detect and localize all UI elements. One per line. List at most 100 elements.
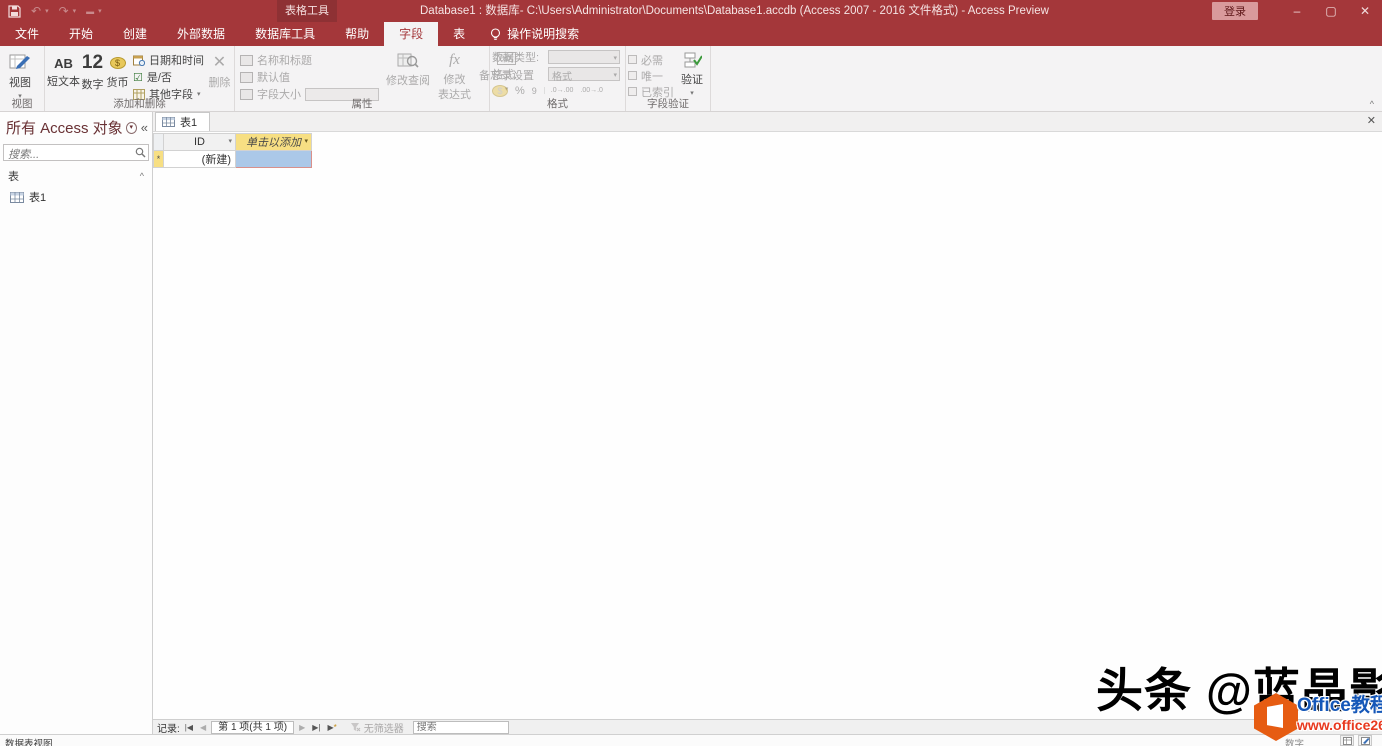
undo-icon[interactable]: ↶ bbox=[31, 4, 41, 18]
document-tab-strip: 表1 ✕ bbox=[153, 112, 1382, 132]
record-search-box[interactable] bbox=[413, 721, 509, 734]
column-header-click-to-add[interactable]: 单击以添加 ▾ bbox=[236, 134, 312, 151]
collapse-section-icon[interactable]: ^ bbox=[140, 171, 144, 181]
minimize-button[interactable]: – bbox=[1280, 4, 1314, 18]
customize-qat-icon[interactable]: ▬ bbox=[86, 7, 94, 16]
previous-record-icon[interactable]: ◀ bbox=[198, 723, 208, 732]
ribbon-group-validation: 必需 唯一 已索引 验证 ▾ 字段验证 bbox=[626, 46, 711, 111]
format-row: 格式: 格式▾ bbox=[492, 66, 620, 83]
close-button[interactable]: ✕ bbox=[1348, 4, 1382, 18]
ribbon-tab-row: 文件 开始 创建 外部数据 数据库工具 帮助 字段 表 操作说明搜索 bbox=[0, 22, 1382, 46]
yes-no-icon: ☑ bbox=[133, 71, 143, 84]
contextual-tab-title: 表格工具 bbox=[277, 0, 337, 22]
tab-database-tools[interactable]: 数据库工具 bbox=[240, 22, 330, 46]
redo-caret-icon[interactable]: ▾ bbox=[73, 7, 77, 15]
design-view-button[interactable] bbox=[1358, 735, 1372, 746]
tab-external-data[interactable]: 外部数据 bbox=[162, 22, 240, 46]
close-document-icon[interactable]: ✕ bbox=[1367, 114, 1376, 127]
ribbon-group-properties: 名称和标题 默认值 字段大小 修改查阅 fx bbox=[235, 46, 490, 111]
redo-icon[interactable]: ↷ bbox=[59, 4, 69, 18]
select-all-corner[interactable] bbox=[154, 134, 164, 151]
nav-search-input[interactable] bbox=[4, 148, 148, 163]
datasheet-view-button[interactable] bbox=[1340, 735, 1354, 746]
search-icon[interactable] bbox=[135, 147, 146, 158]
validation-button[interactable]: 验证 ▾ bbox=[676, 49, 708, 97]
next-record-icon[interactable]: ▶ bbox=[297, 723, 307, 732]
format-select: 格式▾ bbox=[548, 67, 620, 81]
nav-pane-header[interactable]: 所有 Access 对象 ▾ « bbox=[0, 112, 152, 142]
active-cell[interactable] bbox=[236, 151, 312, 168]
table-icon bbox=[162, 117, 175, 127]
tab-file[interactable]: 文件 bbox=[0, 22, 54, 46]
view-button[interactable]: 视图 ▾ bbox=[2, 49, 38, 100]
default-value-icon bbox=[240, 72, 253, 83]
modify-lookups-button: 修改查阅 bbox=[382, 49, 434, 88]
group-label-properties: 属性 bbox=[235, 96, 489, 111]
view-shortcut-buttons bbox=[1340, 735, 1372, 746]
currency-button[interactable]: $ 货币 bbox=[105, 49, 130, 90]
nav-item-table1[interactable]: 表1 bbox=[0, 186, 152, 207]
short-text-button[interactable]: AB 短文本 bbox=[47, 49, 80, 89]
datasheet-grid: ID ▾ 单击以添加 ▾ * (新建) bbox=[153, 133, 312, 168]
navigation-pane: 所有 Access 对象 ▾ « 表 ^ 表1 bbox=[0, 112, 153, 734]
data-type-row: 数据类型: ▾ bbox=[492, 49, 620, 66]
ribbon-group-add-delete: AB 短文本 12 数字 $ 货币 日期和时间 ☑ bbox=[45, 46, 235, 111]
increase-decimals-icon: .0→.00 bbox=[544, 87, 574, 94]
date-time-button[interactable]: 日期和时间 bbox=[130, 52, 207, 68]
undo-caret-icon[interactable]: ▾ bbox=[45, 7, 49, 15]
ribbon-group-views: 视图 ▾ 视图 bbox=[0, 46, 45, 111]
row-selector[interactable]: * bbox=[154, 151, 164, 168]
record-label: 记录: bbox=[157, 720, 180, 735]
nav-section-tables[interactable]: 表 ^ bbox=[0, 163, 152, 186]
apply-currency-icon: $ bbox=[492, 85, 508, 97]
record-position[interactable]: 第 1 项(共 1 项) bbox=[211, 721, 294, 734]
fx-icon: fx bbox=[449, 52, 460, 69]
tell-me-search[interactable]: 操作说明搜索 bbox=[480, 22, 589, 46]
cell-id-new[interactable]: (新建) bbox=[164, 151, 236, 168]
column-header-id[interactable]: ID ▾ bbox=[164, 134, 236, 151]
nav-pane-title: 所有 Access 对象 bbox=[6, 117, 123, 138]
modify-expression-button: fx 修改 表达式 bbox=[434, 49, 475, 102]
validation-checkboxes: 必需 唯一 已索引 bbox=[628, 49, 674, 99]
column-dropdown-icon[interactable]: ▾ bbox=[304, 137, 308, 145]
shutter-bar-icon[interactable]: « bbox=[141, 120, 148, 135]
last-record-icon[interactable]: ▶| bbox=[310, 723, 322, 732]
access-window: ↶▾ ↷▾ ▬▾ 表格工具 Database1 : 数据库- C:\Users\… bbox=[0, 0, 1382, 746]
num-lock-indicator: 数字 bbox=[1285, 736, 1304, 746]
save-icon[interactable] bbox=[8, 5, 21, 18]
sign-in-button[interactable]: 登录 bbox=[1212, 2, 1258, 20]
default-value-button: 默认值 bbox=[237, 69, 382, 85]
properties-small-buttons: 名称和标题 默认值 字段大小 bbox=[237, 49, 382, 102]
nav-menu-icon[interactable]: ▾ bbox=[126, 122, 137, 134]
tab-table[interactable]: 表 bbox=[438, 22, 480, 46]
required-checkbox: 必需 bbox=[628, 52, 674, 67]
filter-indicator[interactable]: 无筛选器 bbox=[350, 720, 404, 735]
number-button[interactable]: 12 数字 bbox=[80, 49, 105, 92]
column-dropdown-icon[interactable]: ▾ bbox=[228, 137, 232, 145]
maximize-button[interactable]: ▢ bbox=[1314, 4, 1348, 18]
delete-icon: ✕ bbox=[213, 52, 226, 72]
window-controls: 登录 – ▢ ✕ bbox=[1212, 0, 1382, 22]
first-record-icon[interactable]: |◀ bbox=[183, 723, 195, 732]
decrease-decimals-icon: .00→.0 bbox=[580, 87, 603, 94]
record-navigation-bar: 记录: |◀ ◀ 第 1 项(共 1 项) ▶ ▶| ▶* 无筛选器 bbox=[153, 719, 1382, 734]
group-label-views: 视图 bbox=[0, 96, 44, 111]
tab-help[interactable]: 帮助 bbox=[330, 22, 384, 46]
collapse-ribbon-icon[interactable]: ^ bbox=[1370, 99, 1374, 109]
group-label-validation: 字段验证 bbox=[626, 96, 710, 111]
record-search-input[interactable] bbox=[414, 722, 508, 733]
add-delete-small-buttons: 日期和时间 ☑ 是/否 其他字段 ▾ bbox=[130, 49, 207, 102]
datasheet-view-icon bbox=[9, 52, 31, 72]
quick-access-toolbar: ↶ ▾ ↷ ▾ ▬ ▾ bbox=[8, 0, 102, 22]
percent-icon: % bbox=[515, 85, 525, 97]
customize-qat-caret-icon[interactable]: ▾ bbox=[98, 7, 102, 15]
yes-no-button[interactable]: ☑ 是/否 bbox=[130, 69, 207, 85]
watermark-site-url: www.office26.com bbox=[1297, 717, 1382, 733]
tab-home[interactable]: 开始 bbox=[54, 22, 108, 46]
tab-fields[interactable]: 字段 bbox=[384, 22, 438, 46]
document-tab-table1[interactable]: 表1 bbox=[155, 112, 210, 131]
tab-create[interactable]: 创建 bbox=[108, 22, 162, 46]
name-caption-button: 名称和标题 bbox=[237, 52, 382, 68]
new-record-icon[interactable]: ▶* bbox=[325, 723, 338, 732]
nav-search-box[interactable] bbox=[3, 144, 149, 161]
